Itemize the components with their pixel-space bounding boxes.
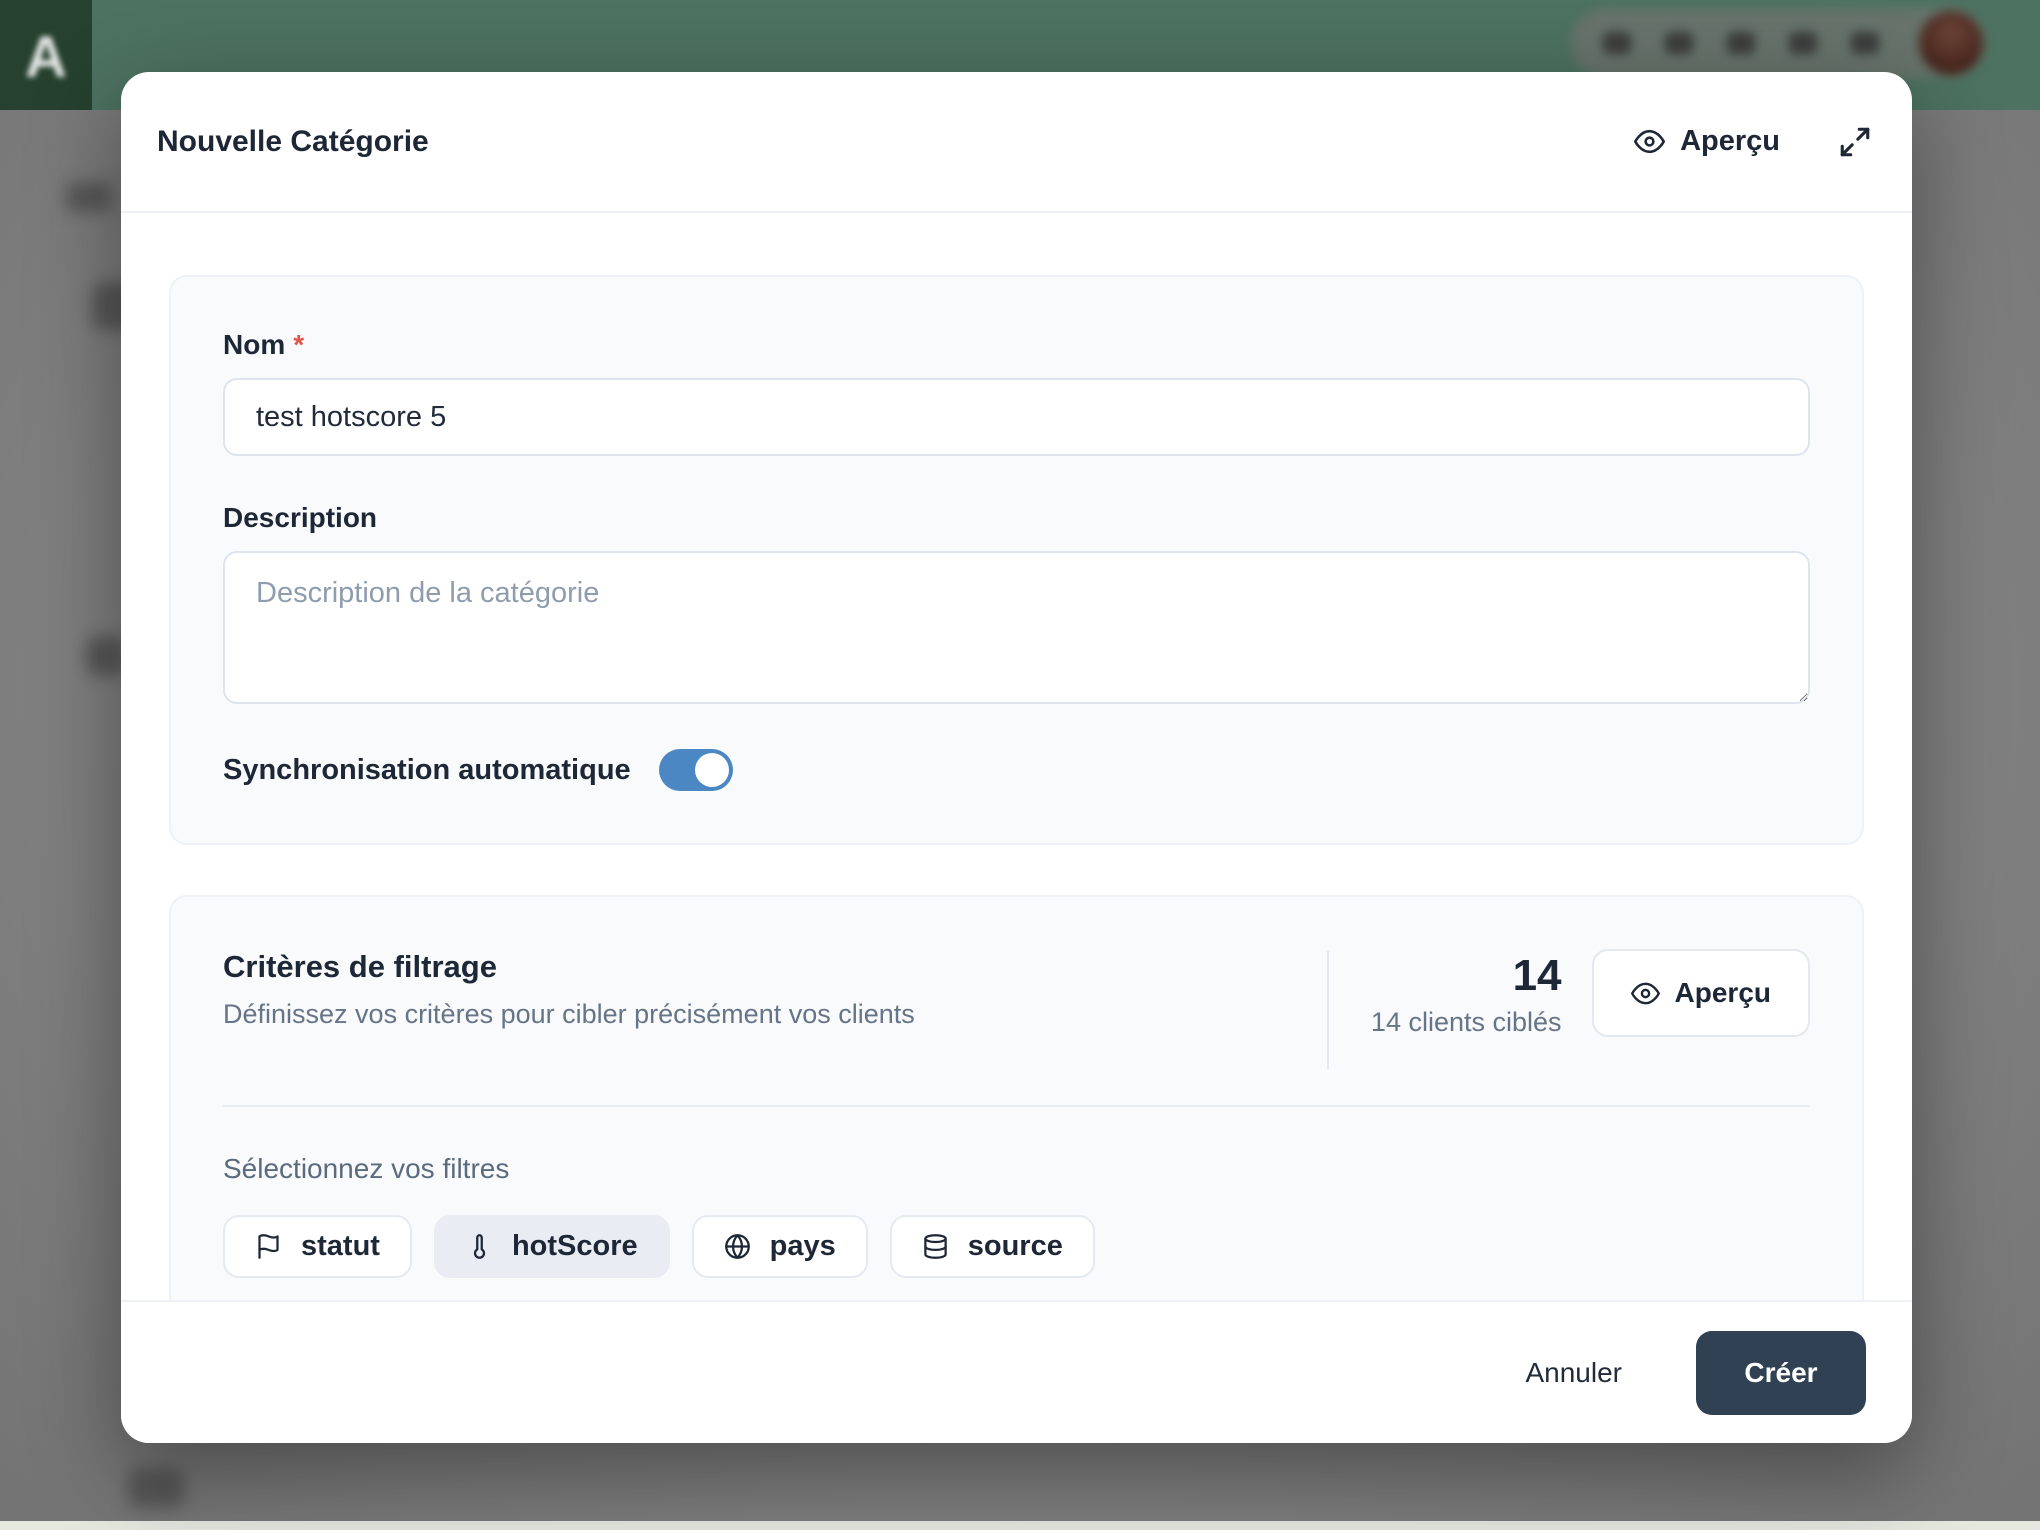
targeted-count-number: 14	[1371, 951, 1562, 1001]
filters-heading: Critères de filtrage	[223, 949, 1287, 985]
name-input[interactable]	[223, 378, 1810, 456]
filters-top-row: Critères de filtrage Définissez vos crit…	[223, 949, 1810, 1069]
name-label-text: Nom	[223, 329, 285, 360]
modal-footer: Annuler Créer	[121, 1300, 1912, 1443]
sync-label: Synchronisation automatique	[223, 754, 631, 787]
preview-button-label: Aperçu	[1680, 125, 1780, 158]
section-divider	[223, 1105, 1810, 1107]
page-bottom-strip	[0, 1521, 2040, 1530]
modal-title: Nouvelle Catégorie	[157, 119, 429, 165]
filter-chip-pays[interactable]: pays	[692, 1215, 868, 1278]
filters-subheading: Définissez vos critères pour cibler préc…	[223, 999, 1287, 1030]
filter-chip-label: hotScore	[512, 1230, 638, 1263]
blurred-sidebar-item	[66, 182, 112, 212]
filters-headings: Critères de filtrage Définissez vos crit…	[223, 949, 1327, 1030]
toggle-knob	[695, 753, 729, 787]
app-logo-letter: A	[25, 24, 67, 91]
description-label: Description	[223, 502, 1810, 534]
filter-chip-hotscore[interactable]: hotScore	[434, 1215, 670, 1278]
app-logo: A	[0, 0, 92, 110]
screen: A Nouvelle Catégorie Aperçu	[0, 0, 2040, 1530]
maximize-icon	[1838, 125, 1872, 159]
name-label: Nom *	[223, 329, 1810, 361]
blurred-sidebar-item	[86, 636, 126, 676]
filter-criteria-card: Critères de filtrage Définissez vos crit…	[169, 895, 1864, 1300]
filter-chip-label: source	[968, 1230, 1063, 1263]
preview-button-filters[interactable]: Aperçu	[1592, 949, 1810, 1037]
select-filters-label: Sélectionnez vos filtres	[223, 1153, 1810, 1185]
preview-button-label: Aperçu	[1675, 977, 1771, 1009]
blurred-toolbar-icon	[1727, 32, 1755, 54]
eye-icon	[1631, 979, 1660, 1008]
cancel-button[interactable]: Annuler	[1497, 1337, 1650, 1409]
filter-chip-statut[interactable]: statut	[223, 1215, 412, 1278]
blurred-toolbar-icon	[1789, 32, 1817, 54]
flag-icon	[255, 1233, 282, 1260]
modal-header: Nouvelle Catégorie Aperçu	[121, 72, 1912, 213]
blurred-toolbar-icon	[1851, 32, 1879, 54]
blurred-toolbar-icon	[1665, 32, 1693, 54]
sync-toggle[interactable]	[659, 749, 733, 791]
expand-button[interactable]	[1838, 125, 1872, 159]
blurred-toolbar-icon	[1603, 32, 1631, 54]
modal-body: Nom * Description Synchronisation automat…	[121, 213, 1912, 1300]
new-category-modal: Nouvelle Catégorie Aperçu Nom *	[121, 72, 1912, 1443]
filter-chip-source[interactable]: source	[890, 1215, 1095, 1278]
database-icon	[922, 1233, 949, 1260]
description-textarea[interactable]	[223, 551, 1810, 704]
create-button[interactable]: Créer	[1696, 1331, 1866, 1415]
filter-chip-label: statut	[301, 1230, 380, 1263]
eye-icon	[1634, 126, 1665, 157]
targeted-count-caption: 14 clients ciblés	[1371, 1007, 1562, 1038]
vertical-divider	[1327, 951, 1329, 1069]
user-avatar	[1919, 11, 1983, 75]
header-toolbar	[1571, 8, 1985, 78]
required-asterisk: *	[293, 329, 304, 360]
globe-icon	[724, 1233, 751, 1260]
preview-button-header[interactable]: Aperçu	[1634, 125, 1780, 158]
filter-chips: statut hotScore pays	[223, 1215, 1810, 1278]
filter-chip-label: pays	[770, 1230, 836, 1263]
sync-row: Synchronisation automatique	[223, 749, 1810, 791]
targeted-count: 14 14 clients ciblés	[1371, 949, 1562, 1038]
general-info-card: Nom * Description Synchronisation automat…	[169, 275, 1864, 845]
blurred-page-item	[128, 1468, 184, 1508]
modal-header-actions: Aperçu	[1634, 125, 1872, 159]
thermometer-icon	[466, 1233, 493, 1260]
